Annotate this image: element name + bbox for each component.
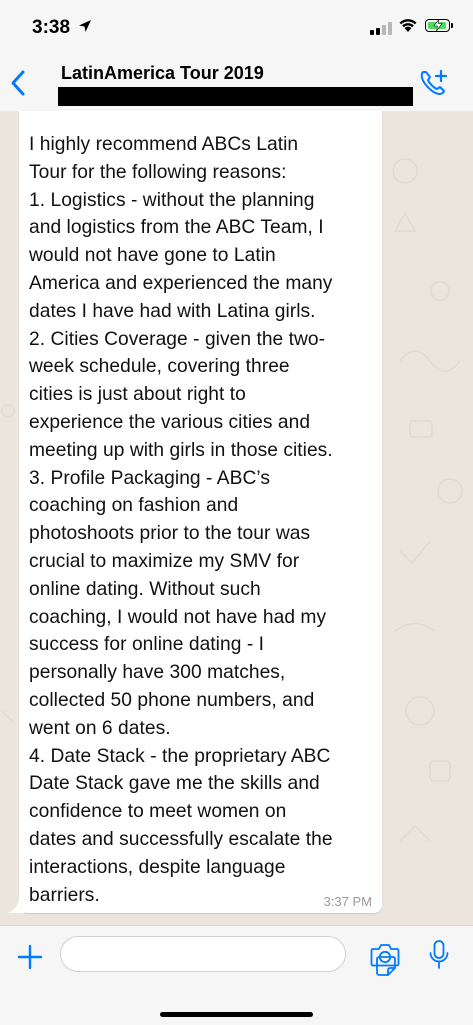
wifi-icon	[399, 19, 417, 32]
chat-header: LatinAmerica Tour 2019	[0, 56, 473, 112]
chevron-left-icon[interactable]	[8, 68, 28, 98]
home-indicator	[160, 1012, 313, 1017]
bubble-tail	[8, 899, 24, 913]
redacted-participants-bar	[58, 87, 413, 106]
location-arrow-icon	[79, 20, 91, 32]
message-timestamp: 3:37 PM	[323, 894, 372, 909]
message-text: I highly recommend ABCs Latin Tour for t…	[29, 134, 333, 906]
plus-icon[interactable]	[17, 944, 43, 970]
status-bar: 3:38	[0, 0, 473, 56]
input-bar	[0, 925, 473, 1025]
status-time: 3:38	[32, 17, 71, 38]
camera-icon[interactable]	[370, 942, 400, 968]
battery-charging-icon	[425, 19, 453, 32]
microphone-icon[interactable]	[428, 939, 450, 971]
chat-title[interactable]: LatinAmerica Tour 2019	[61, 63, 264, 84]
add-call-icon[interactable]	[417, 67, 451, 101]
chat-area[interactable]: I highly recommend ABCs Latin Tour for t…	[0, 111, 473, 925]
message-input[interactable]	[60, 936, 396, 976]
message-bubble[interactable]: I highly recommend ABCs Latin Tour for t…	[19, 111, 382, 913]
